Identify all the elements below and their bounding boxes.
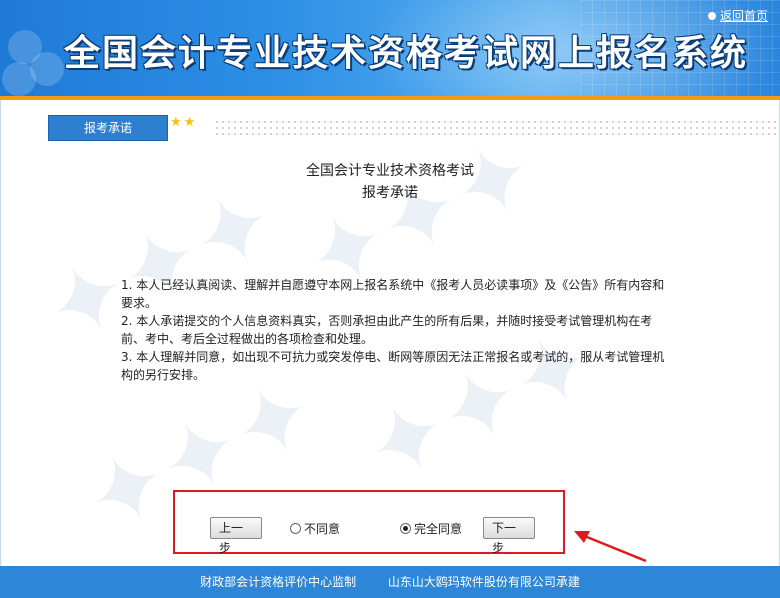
agree-label: 完全同意 (414, 522, 463, 536)
bullet-icon (707, 11, 716, 20)
exam-title: 全国会计专业技术资格考试 (306, 163, 474, 179)
annotation-arrow (574, 531, 647, 563)
dotted-divider (214, 119, 780, 135)
banner-decor-circle (2, 62, 36, 96)
previous-step-button[interactable]: 上一步 (210, 517, 262, 555)
disagree-radio[interactable]: 不同意 (290, 520, 340, 537)
home-link[interactable]: 返回首页 (707, 7, 768, 24)
agree-radio[interactable]: 完全同意 (400, 520, 462, 537)
header-banner: 全国会计专业技术资格考试网上报名系统 返回首页 (0, 0, 780, 96)
star-icon: ★★ (170, 115, 198, 130)
footer-supervisor: 财政部会计资格评价中心监制 (200, 575, 357, 589)
commitment-heading: 全国会计专业技术资格考试 报考承诺 (0, 160, 780, 204)
home-link-label: 返回首页 (719, 9, 768, 23)
term-item: 3. 本人理解并同意，如出现不可抗力或突发停电、断网等原因无法正常报名或考试的，… (121, 350, 665, 382)
radio-circle-checked (400, 523, 411, 534)
disagree-label: 不同意 (304, 522, 341, 536)
next-step-button[interactable]: 下一步 (483, 517, 535, 555)
arrow-shaft (581, 533, 647, 563)
footer-bar: 财政部会计资格评价中心监制 山东山大鸥玛软件股份有限公司承建 (0, 566, 780, 598)
commitment-title: 报考承诺 (362, 185, 418, 201)
section-tab-row: 报考承诺 ★★ (48, 115, 780, 141)
commitment-terms: 1. 本人已经认真阅读、理解并自愿遵守本网上报名系统中《报考人员必读事项》及《公… (121, 276, 666, 384)
footer-developer: 山东山大鸥玛软件股份有限公司承建 (387, 575, 580, 589)
header-accent-stripe (0, 96, 780, 100)
section-tab: 报考承诺 (48, 115, 168, 141)
term-item: 2. 本人承诺提交的个人信息资料真实，否则承担由此产生的所有后果，并随时接受考试… (121, 314, 653, 346)
system-title: 全国会计专业技术资格考试网上报名系统 (64, 32, 749, 74)
radio-circle (290, 523, 301, 534)
term-item: 1. 本人已经认真阅读、理解并自愿遵守本网上报名系统中《报考人员必读事项》及《公… (121, 278, 665, 310)
consent-controls: 上一步 不同意 完全同意 下一步 (173, 490, 565, 555)
